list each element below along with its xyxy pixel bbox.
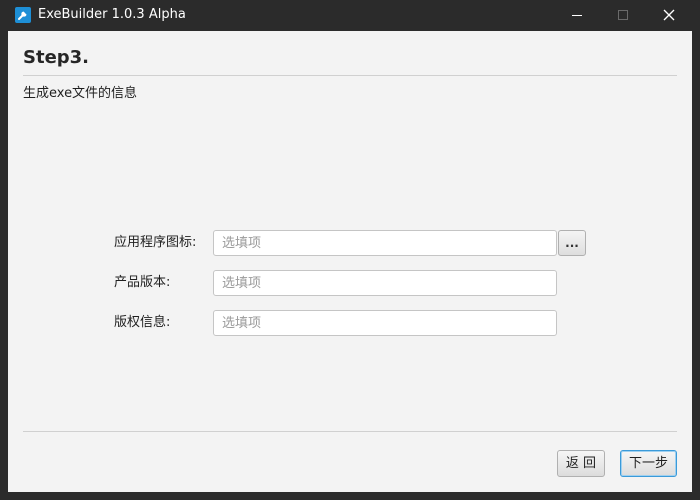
wizard-panel: Step3. 生成exe文件的信息 应用程序图标: ... 产品版本: 版权信息… xyxy=(8,31,692,492)
product-version-label: 产品版本: xyxy=(114,275,171,290)
page-title: Step3. xyxy=(23,47,90,68)
window-title: ExeBuilder 1.0.3 Alpha xyxy=(38,7,186,22)
bottom-divider xyxy=(23,431,677,432)
close-icon[interactable] xyxy=(646,0,692,30)
wrench-icon xyxy=(15,7,31,23)
minimize-icon[interactable] xyxy=(554,0,600,30)
browse-button[interactable]: ... xyxy=(558,230,586,256)
app-icon-label: 应用程序图标: xyxy=(114,235,197,250)
product-version-input[interactable] xyxy=(213,270,557,296)
page-subtitle: 生成exe文件的信息 xyxy=(23,86,138,101)
back-button[interactable]: 返 回 xyxy=(557,450,605,477)
maximize-icon xyxy=(600,0,646,30)
copyright-input[interactable] xyxy=(213,310,557,336)
app-window: ExeBuilder 1.0.3 Alpha Step3. 生成exe文件的信息… xyxy=(0,0,700,500)
copyright-label: 版权信息: xyxy=(114,315,171,330)
app-icon-input[interactable] xyxy=(213,230,557,256)
next-button[interactable]: 下一步 xyxy=(620,450,677,477)
title-bar[interactable]: ExeBuilder 1.0.3 Alpha xyxy=(0,0,700,30)
top-divider xyxy=(23,75,677,76)
